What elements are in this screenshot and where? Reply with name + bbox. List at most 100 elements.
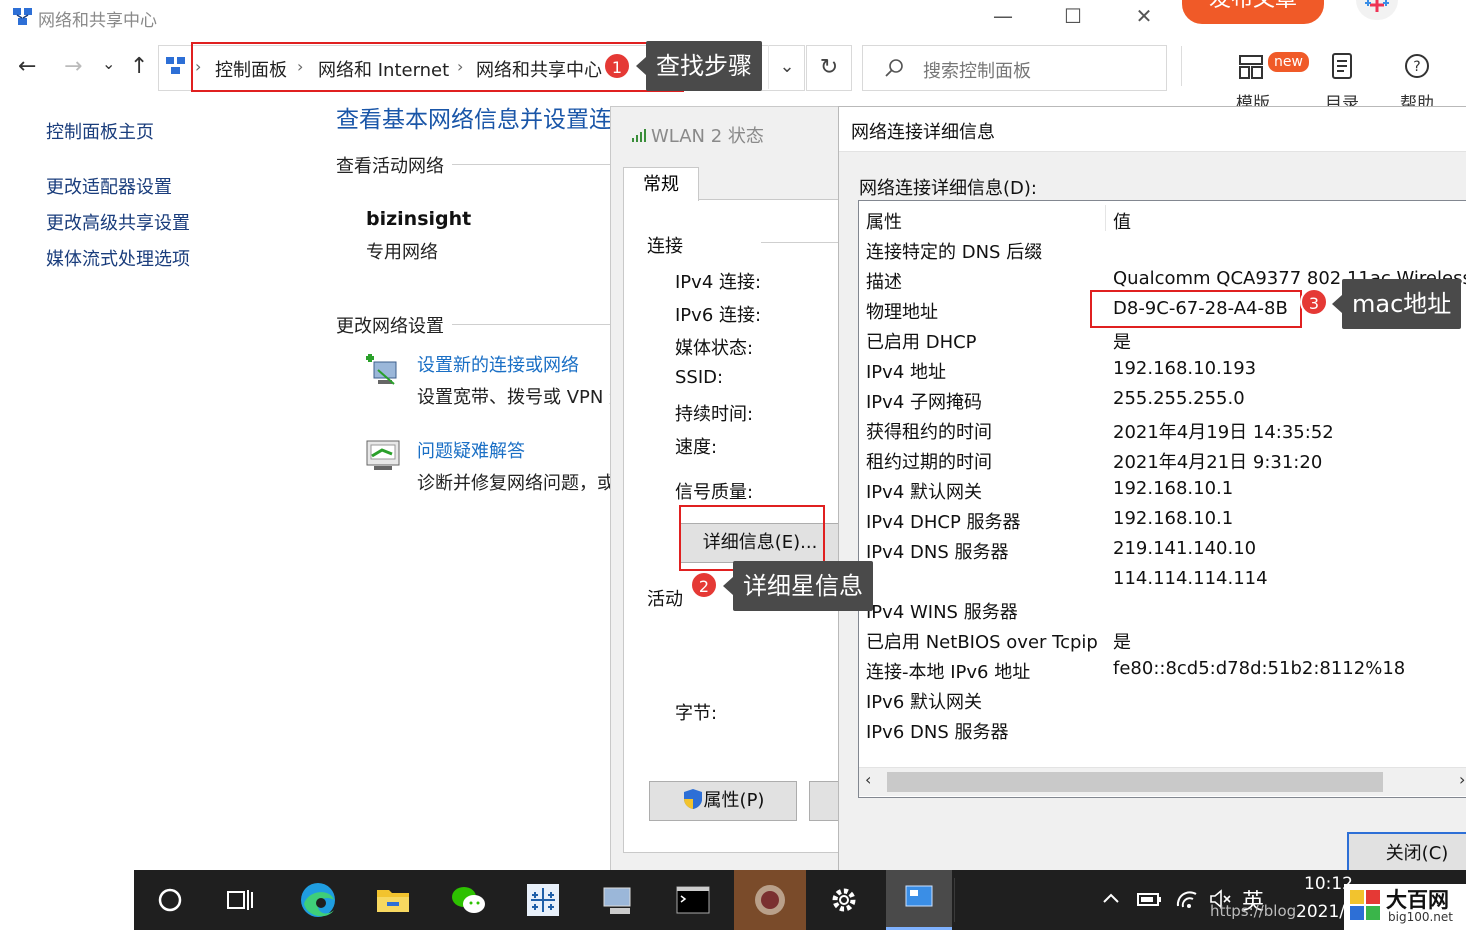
app-icon (1356, 0, 1398, 20)
detail-value[interactable]: 219.141.140.10 (1113, 538, 1256, 559)
detail-value[interactable]: 2021年4月21日 9:31:20 (1113, 448, 1322, 474)
taskbar: 英 10:12 2021/ https://blog 大百网 big100.ne… (134, 870, 1466, 930)
properties-button[interactable]: 属性(P) (649, 781, 797, 821)
edge-browser-icon[interactable] (288, 870, 348, 930)
detail-property[interactable]: IPv4 DNS 服务器 (866, 538, 1008, 564)
divider (452, 324, 612, 325)
sidebar-item-advanced-sharing[interactable]: 更改高级共享设置 (46, 209, 190, 235)
window-title: 网络和共享中心 (38, 11, 157, 31)
brand-url: big100.net (1388, 910, 1453, 924)
maximize-button[interactable]: ☐ (1048, 4, 1098, 28)
annotation-badge-2: 2 (690, 571, 718, 599)
remote-desktop-icon[interactable] (588, 870, 648, 930)
refresh-button[interactable]: ↻ (806, 45, 852, 91)
detail-value[interactable]: 192.168.10.1 (1113, 478, 1233, 499)
brand-watermark: 大百网 big100.net (1344, 884, 1466, 930)
media-state-label: 媒体状态: (675, 338, 754, 359)
sidebar-item-adapter-settings[interactable]: 更改适配器设置 (46, 173, 172, 199)
divider (452, 164, 612, 165)
detail-property[interactable]: IPv4 默认网关 (866, 478, 982, 504)
search-input[interactable]: 搜索控制面板 (923, 57, 1031, 83)
detail-value[interactable]: 是 (1113, 628, 1131, 654)
tableau-icon[interactable] (513, 870, 573, 930)
dialog-title: WLAN 2 状态 (651, 126, 764, 147)
detail-property[interactable]: IPv4 DHCP 服务器 (866, 508, 1021, 534)
page-title: 查看基本网络信息并设置连接 (336, 107, 616, 133)
detail-value[interactable]: 192.168.10.1 (1113, 508, 1233, 529)
close-button[interactable]: ✕ (1119, 4, 1169, 28)
annotation-callout-3: mac地址 (1331, 279, 1462, 329)
clock-date[interactable]: 2021/ (1296, 902, 1345, 922)
annotation-callout-2: 详细星信息 (723, 561, 873, 611)
detail-property[interactable]: 获得租约的时间 (866, 418, 992, 444)
detail-value[interactable]: 192.168.10.193 (1113, 358, 1256, 379)
detail-property[interactable]: IPv4 子网掩码 (866, 388, 982, 414)
settings-icon[interactable] (814, 870, 874, 930)
detail-property[interactable]: 描述 (866, 268, 902, 294)
horizontal-scrollbar[interactable]: ‹ › (859, 767, 1466, 796)
network-name: bizinsight (366, 208, 472, 230)
tab-general[interactable]: 常规 (623, 167, 699, 201)
duration-label: 持续时间: (675, 404, 754, 425)
annotation-callout-1: 查找步骤 (636, 41, 762, 91)
annotation-badge-1: 1 (603, 52, 631, 80)
back-button[interactable]: ← (18, 54, 36, 79)
details-list-label: 网络连接详细信息(D): (859, 178, 1037, 199)
task-view-icon[interactable] (210, 870, 270, 930)
change-settings-label: 更改网络设置 (336, 316, 444, 337)
photo-app-icon[interactable] (734, 870, 806, 930)
detail-property[interactable]: IPv4 WINS 服务器 (866, 598, 1018, 624)
detail-property[interactable]: IPv6 默认网关 (866, 688, 982, 714)
scrollbar-thumb[interactable] (887, 772, 1383, 792)
detail-value[interactable]: 是 (1113, 328, 1131, 354)
minimize-button[interactable]: — (978, 4, 1028, 28)
wlan-status-dialog: WLAN 2 状态 常规 连接 IPv4 连接: IPv6 连接: 媒体状态: … (610, 106, 853, 872)
detail-value[interactable]: 114.114.114.114 (1113, 568, 1268, 589)
recent-locations-dropdown[interactable]: ⌄ (102, 54, 115, 73)
active-networks-label: 查看活动网络 (336, 156, 444, 177)
command-prompt-icon[interactable] (663, 870, 723, 930)
detail-value[interactable]: 2021年4月19日 14:35:52 (1113, 418, 1334, 444)
battery-icon[interactable] (1134, 888, 1164, 915)
detail-property[interactable]: 已启用 DHCP (866, 328, 977, 354)
file-explorer-icon[interactable] (363, 870, 423, 930)
troubleshoot-desc: 诊断并修复网络问题，或 (417, 473, 612, 494)
setup-connection-link[interactable]: 设置新的连接或网络 (417, 351, 579, 377)
desktop-strip (0, 872, 134, 930)
detail-property[interactable]: 已启用 NetBIOS over Tcpip (866, 628, 1098, 654)
publish-button[interactable]: 发布文章 (1182, 0, 1324, 24)
search-box[interactable]: 搜索控制面板 (862, 45, 1167, 91)
troubleshoot-link[interactable]: 问题疑难解答 (417, 437, 525, 463)
detail-property[interactable]: IPv4 地址 (866, 358, 946, 384)
ipv4-connectivity-label: IPv4 连接: (675, 272, 762, 293)
watermark-url: https://blog (1210, 902, 1297, 920)
control-panel-taskbar-icon[interactable] (886, 870, 952, 930)
sidebar-item-media-streaming[interactable]: 媒体流式处理选项 (46, 245, 190, 271)
dialog-title: 网络连接详细信息 (851, 122, 995, 143)
svg-text:?: ? (1413, 59, 1420, 75)
help-icon: ? (1403, 52, 1431, 80)
new-badge: new (1268, 52, 1309, 72)
cortana-search-icon[interactable] (140, 870, 200, 930)
detail-property[interactable]: 连接-本地 IPv6 地址 (866, 658, 1030, 684)
forward-button[interactable]: → (64, 54, 82, 79)
address-history-dropdown[interactable]: ⌄ (768, 45, 805, 89)
scroll-left-icon[interactable]: ‹ (865, 770, 871, 789)
editor-toolbar: 发布文章 new 模版 目录 ? 帮助 (1180, 0, 1466, 114)
detail-property[interactable]: 物理地址 (866, 298, 938, 324)
ipv6-connectivity-label: IPv6 连接: (675, 305, 762, 326)
up-button[interactable]: ↑ (130, 54, 148, 79)
wifi-icon (631, 127, 647, 143)
scroll-right-icon[interactable]: › (1459, 770, 1465, 789)
wechat-icon[interactable] (438, 870, 498, 930)
sidebar-item-control-panel-home[interactable]: 控制面板主页 (46, 118, 154, 144)
wifi-tray-icon[interactable] (1174, 888, 1200, 915)
detail-value[interactable]: fe80::8cd5:d78d:51b2:8112%18 (1113, 658, 1405, 679)
detail-property[interactable]: IPv6 DNS 服务器 (866, 718, 1008, 744)
detail-property[interactable]: 租约过期的时间 (866, 448, 992, 474)
show-hidden-icons-icon[interactable] (1100, 888, 1122, 915)
signal-quality-label: 信号质量: (675, 482, 754, 503)
detail-value[interactable]: 255.255.255.0 (1113, 388, 1245, 409)
properties-button-label: 属性(P) (703, 790, 765, 811)
detail-property[interactable]: 连接特定的 DNS 后缀 (866, 238, 1042, 264)
